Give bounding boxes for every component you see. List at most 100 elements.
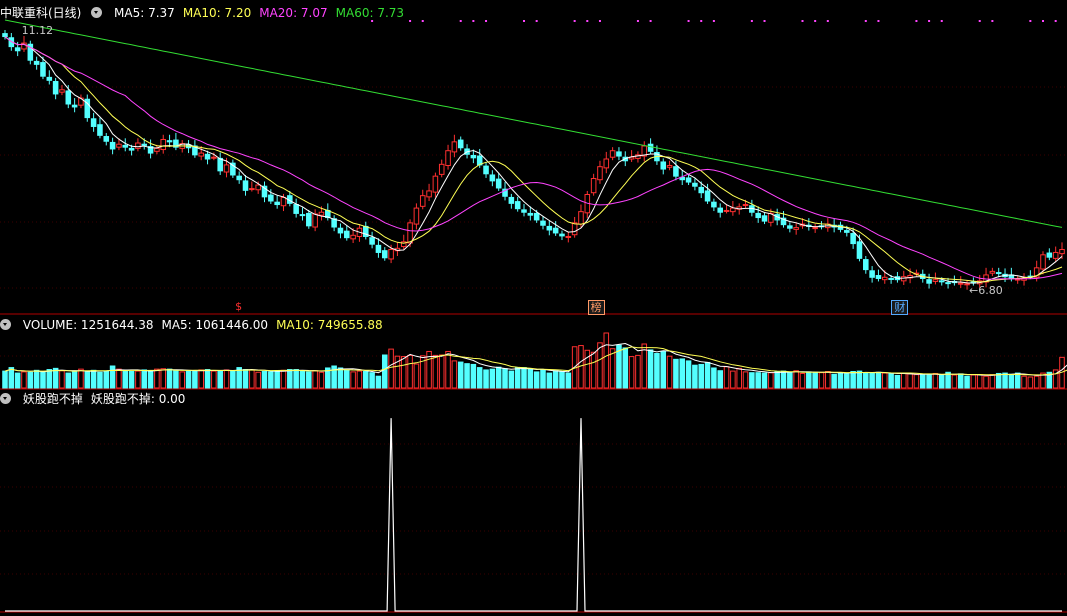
candle-body (730, 207, 736, 213)
volume-bar (907, 373, 913, 389)
signal-dot (598, 20, 601, 22)
high-price-label: 11.12 (22, 24, 54, 37)
candle-body (432, 175, 439, 193)
candle-body (59, 89, 65, 93)
volume-bar (1021, 375, 1027, 389)
signal-dot (459, 20, 462, 22)
volume-bar (635, 354, 641, 389)
volume-bar (565, 372, 572, 389)
volume-bar (249, 369, 255, 389)
volume-bar (27, 371, 34, 389)
volume-bar (179, 371, 186, 389)
candle-body (761, 215, 768, 222)
volume-bar (957, 373, 964, 389)
volume-bar (211, 370, 217, 389)
signal-1: 妖股跑不掉: 0.00 (90, 392, 186, 406)
volume-bar (59, 370, 65, 389)
volume-bar (46, 369, 53, 389)
volume-bar (350, 371, 356, 389)
candle-body (337, 227, 344, 234)
signal-dot (573, 20, 576, 22)
volume-bar (381, 354, 388, 389)
signal-dot (1029, 20, 1032, 22)
candle-body (590, 178, 597, 194)
volume-bar (78, 368, 84, 389)
volume-bar (71, 371, 78, 389)
volume-bar (33, 369, 40, 389)
volume-bar (470, 363, 477, 389)
candle-body (407, 222, 413, 244)
candle-body (1052, 251, 1059, 259)
candle-body (274, 201, 280, 206)
volume-bar (445, 350, 451, 389)
volume-bar (787, 371, 793, 389)
volume-bar (223, 369, 230, 389)
volume-bar (312, 370, 318, 389)
dropdown-icon[interactable] (0, 319, 11, 330)
signal-0: 妖股跑不掉 (22, 392, 83, 406)
dropdown-icon[interactable] (0, 393, 11, 404)
volume-bar (755, 372, 761, 389)
volume-bar (483, 369, 489, 389)
candle-body (685, 177, 692, 183)
signal-dot (801, 20, 804, 22)
signal-dot (700, 20, 703, 22)
candle-body (793, 227, 799, 230)
volume-bar (970, 374, 977, 389)
candle-body (881, 276, 888, 281)
signal-dots (371, 20, 1057, 22)
volume-bar (989, 374, 996, 389)
signal-dot (586, 20, 589, 22)
volume-bar (711, 367, 717, 389)
volume-bar (825, 371, 831, 389)
volume-bar (546, 372, 553, 389)
volume-bar (926, 374, 932, 389)
candle-body (945, 282, 951, 285)
event-badge-0[interactable]: $ (233, 300, 244, 313)
candle-body (527, 212, 534, 216)
volume-bar (976, 374, 983, 389)
volume-bar (698, 363, 705, 389)
candle-body (217, 157, 223, 172)
volume-bar (717, 370, 723, 389)
candle-body (647, 143, 654, 152)
volume-bar (141, 369, 148, 389)
volume-bar (673, 358, 679, 389)
candle-body (40, 62, 46, 77)
event-badge-1[interactable]: 榜 (587, 300, 605, 315)
candle-body (211, 156, 217, 159)
volume-bars (2, 332, 1065, 389)
candle-body (103, 136, 110, 142)
high-value: 11.12 (21, 23, 54, 37)
candle-body (660, 161, 667, 170)
candle-body (546, 225, 553, 231)
candle-body (514, 201, 521, 210)
candle-body (381, 250, 388, 259)
candle-body (438, 163, 445, 175)
volume-1: MA5: 1061446.00 (161, 318, 269, 332)
volume-bar (647, 349, 654, 389)
candle-body (957, 282, 964, 285)
candle-body (888, 277, 894, 280)
signal-dot (535, 20, 538, 22)
ma10-line (4, 36, 1063, 283)
volume-bar (318, 371, 325, 389)
candle-body (198, 152, 204, 157)
volume-values: VOLUME: 1251644.38 MA5: 1061446.00 MA10: 7… (23, 318, 391, 332)
volume-bar (704, 361, 711, 389)
dropdown-icon[interactable] (91, 7, 103, 18)
candle-body (900, 276, 907, 282)
candle-body (350, 234, 356, 240)
volume-bar (495, 366, 502, 389)
ma-values: MA5: 7.37 MA10: 7.20 MA20: 7.07 MA60: 7.73 (114, 6, 412, 20)
volume-bar (192, 370, 198, 389)
volume-bar (293, 369, 299, 389)
candle-body (109, 141, 116, 150)
candle-body (508, 196, 515, 204)
event-badge-2[interactable]: 财 (891, 300, 909, 315)
volume-bar (831, 373, 837, 389)
volume-bar (679, 358, 686, 389)
candle-body (571, 222, 578, 236)
volume-bar (818, 372, 825, 389)
main-indicator-header: 中联重科(日线) MA5: 7.37 MA10: 7.20 MA20: 7.07 MA… (0, 5, 420, 21)
